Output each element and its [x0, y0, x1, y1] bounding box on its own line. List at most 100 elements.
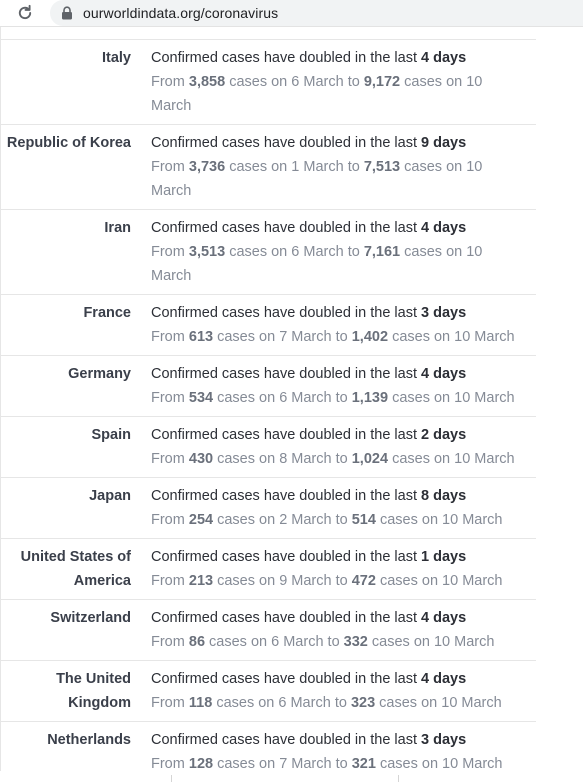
doubling-days: 2 days: [421, 427, 467, 443]
from-cases: 613: [188, 329, 214, 345]
to-cases: 7,513: [363, 159, 401, 175]
from-word: From: [151, 390, 185, 406]
table-row: Switzerland Confirmed cases have doubled …: [0, 600, 536, 661]
from-cases: 534: [188, 390, 214, 406]
to-cases: 1,024: [351, 451, 389, 467]
cases-on-label: cases on: [404, 159, 463, 175]
cases-on-label: cases on: [217, 329, 276, 345]
from-date: 6 March: [278, 695, 331, 711]
from-cases: 128: [188, 756, 214, 772]
from-date: 6 March: [291, 244, 344, 260]
to-word: to: [327, 634, 340, 650]
cases-on-label: cases on: [229, 74, 288, 90]
doubling-lead: Confirmed cases have doubled in the last: [151, 549, 417, 565]
doubling-lead: Confirmed cases have doubled in the last: [151, 220, 417, 236]
to-word: to: [347, 244, 360, 260]
doubling-description: Confirmed cases have doubled in the last…: [151, 728, 521, 776]
doubling-summary: Confirmed cases have doubled in the last…: [151, 46, 521, 70]
country-name: Japan: [89, 488, 131, 504]
from-date: 6 March: [291, 74, 344, 90]
to-word: to: [335, 512, 348, 528]
from-word: From: [151, 159, 185, 175]
to-word: to: [347, 159, 360, 175]
to-cases: 7,161: [363, 244, 401, 260]
from-word: From: [151, 74, 185, 90]
case-range: From 430 cases on 8 March to 1,024 cases…: [151, 447, 521, 471]
reload-icon[interactable]: [14, 2, 36, 24]
cases-on-label: cases on: [379, 695, 438, 711]
case-range: From 254 cases on 2 March to 514 cases o…: [151, 508, 521, 532]
to-cases: 9,172: [363, 74, 401, 90]
to-word: to: [335, 756, 348, 772]
doubling-summary: Confirmed cases have doubled in the last…: [151, 131, 521, 155]
to-word: to: [334, 695, 347, 711]
doubling-lead: Confirmed cases have doubled in the last: [151, 135, 417, 151]
cases-on-label: cases on: [392, 329, 451, 345]
country-name: United States of America: [20, 549, 131, 589]
table-row: United States of America Confirmed cases …: [0, 539, 536, 600]
column-divider: [171, 775, 172, 782]
to-cases: 332: [343, 634, 368, 650]
from-date: 2 March: [279, 512, 332, 528]
country-name: The United Kingdom: [56, 671, 131, 711]
doubling-summary: Confirmed cases have doubled in the last…: [151, 545, 521, 569]
country-name: Switzerland: [50, 610, 131, 626]
cases-on-label: cases on: [217, 512, 276, 528]
lock-icon[interactable]: [61, 6, 73, 20]
cases-on-label: cases on: [229, 244, 288, 260]
doubling-description: Confirmed cases have doubled in the last…: [151, 667, 521, 715]
to-date: 10 March: [442, 756, 503, 772]
table-row: Germany Confirmed cases have doubled in t…: [0, 356, 536, 417]
case-range: From 86 cases on 6 March to 332 cases on…: [151, 630, 521, 654]
from-date: 6 March: [271, 634, 324, 650]
from-word: From: [151, 329, 185, 345]
doubling-days: 4 days: [421, 610, 467, 626]
country-name: Italy: [101, 50, 131, 66]
doubling-days: 4 days: [421, 220, 467, 236]
from-cases: 430: [188, 451, 214, 467]
doubling-lead: Confirmed cases have doubled in the last: [151, 671, 417, 687]
from-word: From: [151, 756, 185, 772]
column-divider: [398, 775, 399, 782]
doubling-summary: Confirmed cases have doubled in the last…: [151, 606, 521, 630]
cases-on-label: cases on: [217, 451, 276, 467]
cases-on-label: cases on: [371, 634, 430, 650]
page-content: Italy Confirmed cases have doubled in the…: [0, 27, 583, 782]
to-cases: 323: [350, 695, 376, 711]
country-name: Netherlands: [47, 732, 131, 748]
table-row: Iran Confirmed cases have doubled in the …: [0, 210, 536, 295]
to-date: 10 March: [442, 573, 503, 589]
case-range: From 3,858 cases on 6 March to 9,172 cas…: [151, 70, 521, 118]
doubling-lead: Confirmed cases have doubled in the last: [151, 50, 417, 66]
from-date: 7 March: [279, 756, 332, 772]
doubling-lead: Confirmed cases have doubled in the last: [151, 427, 417, 443]
to-cases: 1,402: [351, 329, 389, 345]
cases-on-label: cases on: [379, 573, 439, 589]
to-cases: 472: [351, 573, 376, 589]
table-row: Republic of Korea Confirmed cases have do…: [0, 125, 536, 210]
to-cases: 1,139: [351, 390, 389, 406]
doubling-description: Confirmed cases have doubled in the last…: [151, 46, 521, 118]
doubling-description: Confirmed cases have doubled in the last…: [151, 545, 521, 593]
address-bar[interactable]: ourworldindata.org/coronavirus: [50, 0, 583, 26]
doubling-description: Confirmed cases have doubled in the last…: [151, 484, 521, 532]
country-name: Republic of Korea: [6, 135, 131, 151]
from-cases: 254: [188, 512, 214, 528]
case-range: From 118 cases on 6 March to 323 cases o…: [151, 691, 521, 715]
url-text[interactable]: ourworldindata.org/coronavirus: [83, 4, 278, 22]
cases-on-label: cases on: [392, 451, 451, 467]
to-date: 10 March: [442, 512, 503, 528]
doubling-lead: Confirmed cases have doubled in the last: [151, 366, 417, 382]
doubling-description: Confirmed cases have doubled in the last…: [151, 606, 521, 654]
table-row: Japan Confirmed cases have doubled in the…: [0, 478, 536, 539]
to-date: 10 March: [454, 451, 515, 467]
to-date: 10 March: [454, 329, 515, 345]
to-word: to: [335, 329, 348, 345]
browser-toolbar: ourworldindata.org/coronavirus: [0, 0, 583, 27]
from-cases: 118: [188, 695, 213, 711]
doubling-lead: Confirmed cases have doubled in the last: [151, 488, 417, 504]
cases-on-label: cases on: [209, 634, 268, 650]
from-cases: 86: [188, 634, 206, 650]
from-cases: 213: [188, 573, 214, 589]
from-date: 9 March: [279, 573, 332, 589]
